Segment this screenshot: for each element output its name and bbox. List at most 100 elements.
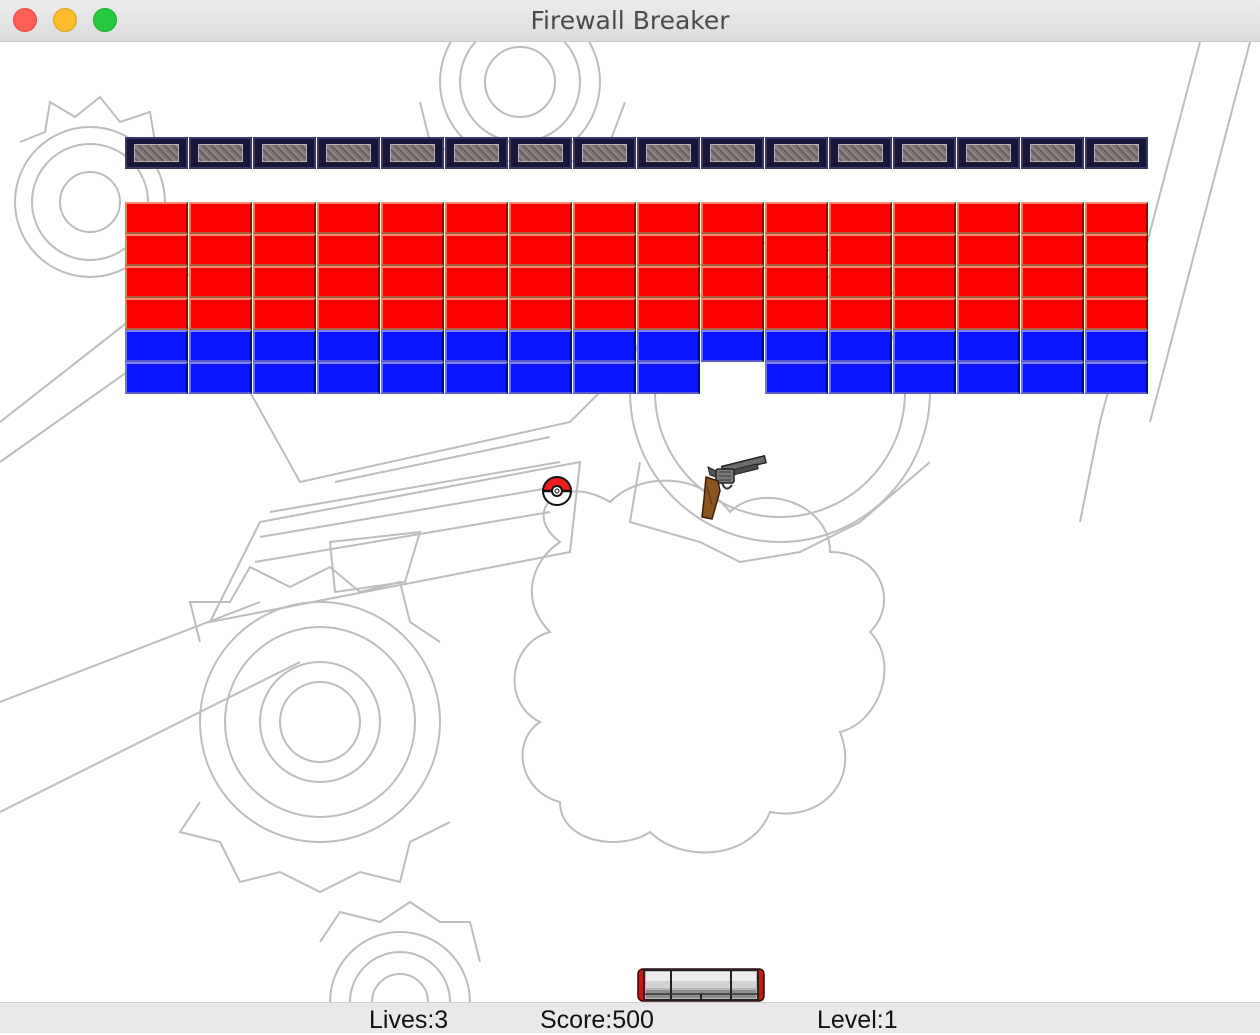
- blue-brick: [125, 362, 188, 394]
- red-brick: [317, 234, 380, 266]
- red-brick: [445, 234, 508, 266]
- red-brick: [509, 266, 572, 298]
- red-brick: [701, 266, 764, 298]
- red-brick: [957, 234, 1020, 266]
- steel-brick: [829, 137, 892, 169]
- blue-brick: [637, 330, 700, 362]
- red-brick: [253, 234, 316, 266]
- red-brick: [189, 266, 252, 298]
- score-counter: Score:500: [540, 1006, 654, 1034]
- blue-brick: [1085, 362, 1148, 394]
- revolver-icon: [701, 455, 767, 520]
- steel-brick: [509, 137, 572, 169]
- red-brick: [573, 298, 636, 330]
- steel-plate: [198, 144, 243, 162]
- steel-brick: [125, 137, 188, 169]
- red-brick: [1021, 298, 1084, 330]
- red-brick: [765, 234, 828, 266]
- red-brick: [381, 298, 444, 330]
- red-brick: [637, 234, 700, 266]
- steel-plate: [966, 144, 1011, 162]
- red-brick: [189, 298, 252, 330]
- status-bar: Lives:3 Score:500 Level:1: [0, 1002, 1260, 1034]
- steel-plate: [902, 144, 947, 162]
- red-brick: [573, 202, 636, 234]
- steel-plate: [390, 144, 435, 162]
- blue-brick: [765, 330, 828, 362]
- blue-brick: [189, 330, 252, 362]
- red-brick: [573, 234, 636, 266]
- red-brick: [253, 266, 316, 298]
- red-brick: [317, 266, 380, 298]
- red-brick: [381, 234, 444, 266]
- level-indicator: Level:1: [817, 1006, 898, 1034]
- steel-brick: [381, 137, 444, 169]
- red-brick: [637, 266, 700, 298]
- pokeball-icon: [542, 476, 572, 506]
- red-brick: [637, 298, 700, 330]
- steel-plate: [646, 144, 691, 162]
- steel-brick: [1021, 137, 1084, 169]
- steel-plate: [582, 144, 627, 162]
- red-brick: [957, 202, 1020, 234]
- red-brick: [125, 266, 188, 298]
- blue-brick: [1085, 330, 1148, 362]
- steel-brick: [573, 137, 636, 169]
- blue-brick: [189, 362, 252, 394]
- steel-plate: [774, 144, 819, 162]
- blue-brick: [893, 330, 956, 362]
- red-brick: [445, 266, 508, 298]
- red-brick: [253, 298, 316, 330]
- blue-brick: [829, 330, 892, 362]
- red-brick: [829, 298, 892, 330]
- blue-brick: [573, 362, 636, 394]
- red-brick: [509, 298, 572, 330]
- blue-brick: [253, 330, 316, 362]
- blue-brick: [573, 330, 636, 362]
- steel-brick: [1085, 137, 1148, 169]
- red-brick: [1021, 234, 1084, 266]
- red-brick: [701, 202, 764, 234]
- steel-brick: [189, 137, 252, 169]
- red-brick: [253, 202, 316, 234]
- red-brick: [509, 234, 572, 266]
- red-brick: [381, 266, 444, 298]
- red-brick: [573, 266, 636, 298]
- background-illustration: [0, 42, 1251, 1002]
- blue-brick: [1021, 362, 1084, 394]
- steel-brick: [637, 137, 700, 169]
- title-bar[interactable]: Firewall Breaker: [0, 0, 1260, 42]
- red-brick: [317, 298, 380, 330]
- steel-plate: [134, 144, 179, 162]
- red-brick: [189, 202, 252, 234]
- steel-plate: [1030, 144, 1075, 162]
- blue-brick: [957, 330, 1020, 362]
- red-brick: [893, 202, 956, 234]
- steel-brick: [317, 137, 380, 169]
- red-brick: [445, 202, 508, 234]
- red-brick: [637, 202, 700, 234]
- red-brick: [893, 234, 956, 266]
- blue-brick: [125, 330, 188, 362]
- red-brick: [829, 234, 892, 266]
- game-canvas[interactable]: [0, 42, 1260, 1002]
- blue-brick: [765, 362, 828, 394]
- blue-brick: [509, 330, 572, 362]
- red-brick: [189, 234, 252, 266]
- red-brick: [1021, 266, 1084, 298]
- steel-brick: [957, 137, 1020, 169]
- steel-brick: [445, 137, 508, 169]
- red-brick: [701, 234, 764, 266]
- game-window: Firewall Breaker Lives:3 Score:500 Level…: [0, 0, 1260, 1034]
- red-brick: [957, 298, 1020, 330]
- blue-brick: [701, 330, 764, 362]
- paddle[interactable]: [637, 968, 765, 1002]
- steel-plate: [262, 144, 307, 162]
- steel-plate: [710, 144, 755, 162]
- red-brick: [445, 298, 508, 330]
- blue-brick: [957, 362, 1020, 394]
- blue-brick: [893, 362, 956, 394]
- red-brick: [125, 298, 188, 330]
- blue-brick: [381, 330, 444, 362]
- steel-brick: [765, 137, 828, 169]
